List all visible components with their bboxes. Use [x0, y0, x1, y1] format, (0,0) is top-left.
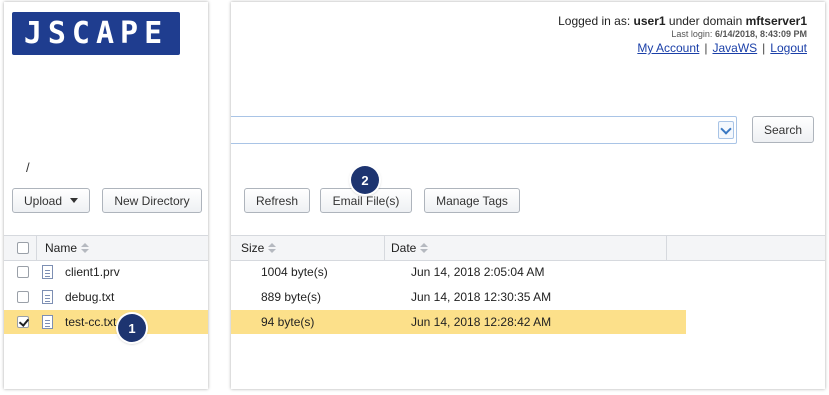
column-header-size[interactable]: Size	[241, 241, 277, 255]
row-checkbox-checked[interactable]	[17, 316, 29, 328]
table-row[interactable]: 1004 byte(s) Jun 14, 2018 2:05:04 AM	[231, 260, 686, 284]
left-panel: JSCAPE / Upload New Directory Name clien…	[4, 2, 208, 389]
file-date: Jun 14, 2018 2:05:04 AM	[411, 265, 545, 279]
last-login-label: Last login:	[671, 29, 713, 39]
column-header-size-label: Size	[241, 241, 265, 255]
jscape-logo: JSCAPE	[12, 12, 180, 55]
column-divider	[384, 236, 385, 260]
my-account-link[interactable]: My Account	[637, 41, 699, 55]
login-status: Logged in as: user1 under domain mftserv…	[558, 14, 807, 28]
file-date: Jun 14, 2018 12:28:42 AM	[411, 315, 552, 329]
row-checkbox[interactable]	[17, 266, 29, 278]
file-icon	[42, 290, 53, 304]
table-row-selected[interactable]: test-cc.txt	[4, 310, 208, 334]
sort-icon	[420, 243, 429, 253]
chevron-down-icon	[720, 122, 732, 135]
grid-header-right: Size Date	[231, 235, 825, 261]
table-row[interactable]: debug.txt	[4, 285, 208, 309]
username: user1	[633, 14, 666, 28]
file-name[interactable]: client1.prv	[65, 265, 120, 279]
new-directory-button[interactable]: New Directory	[102, 188, 202, 213]
callout-badge-2: 2	[351, 166, 379, 194]
file-size: 889 byte(s)	[261, 290, 322, 304]
user-links: My Account | JavaWS | Logout	[558, 41, 807, 55]
last-login-value: 6/14/2018, 8:43:09 PM	[714, 29, 807, 39]
breadcrumb-path[interactable]: /	[26, 160, 30, 175]
file-icon	[42, 315, 53, 329]
link-separator: |	[704, 41, 708, 55]
sort-icon	[268, 243, 277, 253]
screenshot-stage: JSCAPE / Upload New Directory Name clien…	[0, 0, 829, 395]
logout-link[interactable]: Logout	[770, 41, 807, 55]
login-prefix: Logged in as:	[558, 14, 631, 28]
select-all-checkbox[interactable]	[17, 242, 29, 254]
grid-header-left: Name	[4, 235, 208, 261]
login-under-text: under domain	[668, 14, 743, 28]
right-panel: Logged in as: user1 under domain mftserv…	[231, 2, 825, 389]
column-header-name[interactable]: Name	[45, 241, 90, 255]
file-date: Jun 14, 2018 12:30:35 AM	[411, 290, 552, 304]
file-name[interactable]: debug.txt	[65, 290, 114, 304]
search-button[interactable]: Search	[752, 116, 814, 143]
column-header-date-label: Date	[391, 241, 417, 255]
table-row[interactable]: client1.prv	[4, 260, 208, 284]
file-size: 94 byte(s)	[261, 315, 315, 329]
refresh-button[interactable]: Refresh	[244, 188, 310, 213]
file-name[interactable]: test-cc.txt	[65, 315, 116, 329]
callout-badge-1: 1	[118, 314, 146, 342]
javaws-link[interactable]: JavaWS	[712, 41, 757, 55]
sort-icon	[81, 243, 90, 253]
domain-name: mftserver1	[745, 14, 807, 28]
caret-down-icon	[70, 198, 79, 203]
file-icon	[42, 265, 53, 279]
row-checkbox[interactable]	[17, 291, 29, 303]
last-login: Last login: 6/14/2018, 8:43:09 PM	[558, 29, 807, 39]
table-row-selected[interactable]: 94 byte(s) Jun 14, 2018 12:28:42 AM	[231, 310, 686, 334]
search-dropdown-button[interactable]	[718, 121, 734, 139]
column-header-date[interactable]: Date	[391, 241, 429, 255]
upload-button[interactable]: Upload	[12, 188, 90, 213]
table-row[interactable]: 889 byte(s) Jun 14, 2018 12:30:35 AM	[231, 285, 686, 309]
user-info: Logged in as: user1 under domain mftserv…	[558, 14, 807, 55]
column-divider	[666, 236, 667, 260]
manage-tags-button[interactable]: Manage Tags	[424, 188, 520, 213]
upload-button-label: Upload	[23, 193, 63, 208]
link-separator: |	[762, 41, 766, 55]
search-input[interactable]	[231, 116, 737, 144]
file-size: 1004 byte(s)	[261, 265, 328, 279]
column-divider	[36, 236, 37, 260]
column-header-name-label: Name	[45, 241, 78, 255]
